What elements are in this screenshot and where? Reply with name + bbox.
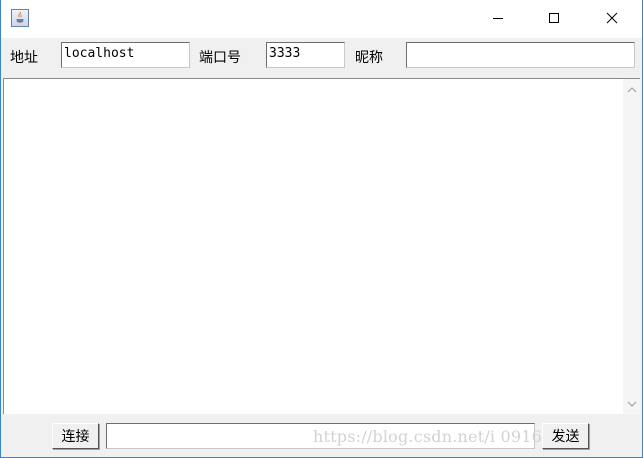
message-compose-row: 连接 发送 (1, 416, 642, 457)
chat-messages-area[interactable] (3, 78, 640, 414)
title-bar[interactable] (1, 0, 642, 38)
port-field[interactable]: 3333 (266, 42, 345, 68)
maximize-button[interactable] (531, 0, 577, 36)
chat-client-window: 地址 localhost 端口号 3333 昵称 连接 发送 https://b… (0, 0, 643, 458)
minimize-icon (493, 18, 503, 19)
chevron-up-icon (627, 86, 636, 92)
address-label: 地址 (10, 50, 38, 66)
send-button[interactable]: 发送 (542, 423, 589, 449)
address-field[interactable]: localhost (61, 42, 190, 68)
message-input[interactable] (106, 423, 535, 449)
nickname-label: 昵称 (355, 50, 383, 66)
scroll-up-button[interactable] (623, 81, 640, 98)
nickname-field[interactable] (406, 42, 635, 68)
maximize-icon (549, 13, 559, 23)
java-app-icon[interactable] (11, 9, 29, 27)
close-button[interactable] (589, 0, 635, 36)
port-label: 端口号 (199, 50, 241, 66)
minimize-button[interactable] (475, 0, 521, 36)
scroll-down-button[interactable] (623, 395, 640, 412)
connection-settings-row: 地址 localhost 端口号 3333 昵称 (1, 38, 642, 76)
connect-button[interactable]: 连接 (52, 423, 99, 449)
vertical-scrollbar[interactable] (623, 79, 640, 414)
close-icon (606, 12, 618, 24)
chevron-down-icon (627, 401, 636, 407)
